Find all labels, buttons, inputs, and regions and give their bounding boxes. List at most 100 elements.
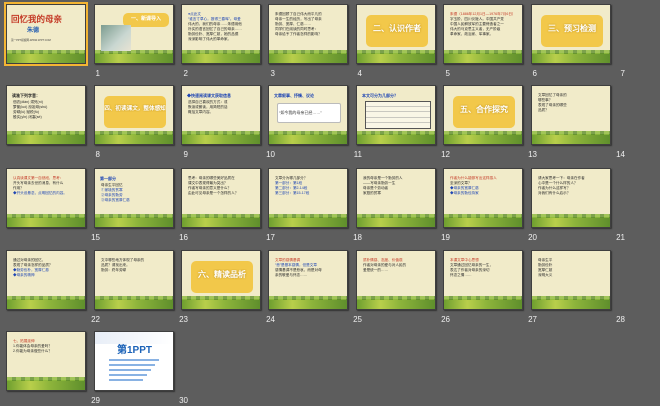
section-title: 三、预习检测	[548, 24, 596, 33]
slide-thumbnail-18[interactable]: 文章分为哪几部分？ 第一部分：第1段 第二部分：第2-14段 第三部分：第15-17段…	[268, 168, 362, 242]
slide-number: 16	[179, 233, 188, 242]
slide-preview[interactable]: ●点此文 “谁言寸草心，报得三春晖”。母爱 伟大的，我们的母亲……朱德用他 朴实的语言…	[181, 4, 261, 64]
slide-thumbnail-9[interactable]: 四、初读课文，整体感知 9	[94, 85, 188, 159]
slide-thumbnail-25[interactable]: 文章的感情基调 “悲”是基本感情，但是文章 感情基调不是悲哀，而是对母 亲的敬爱与怀念…	[268, 250, 362, 324]
slide-thumbnail-8[interactable]: 读准下列字音： 佃农(diàn) 溺死(nì) 箩筐(luó) 庶祖母(shù) 劳碌…	[6, 85, 100, 159]
slide-preview[interactable]: 二、认识作者	[356, 4, 436, 64]
slide-body-text: 本课文章中心思想 文章通过回忆母亲的一生， 表达了作者对母亲的深切 怀念之情……	[450, 258, 517, 278]
slide-thumbnail-17[interactable]: 思考：母亲的哪些美好品质在 课文中表现得最为突出？ 作者写母亲的意义是什么？ 由此可见…	[181, 168, 275, 242]
body-line: ◆母亲的勤俭持家	[450, 191, 479, 195]
slide-thumbnail-15[interactable]: 认真读课文第一自然段，思考： 开头写母亲去世的消息，有什么 作用？ ◆开头设悬念，点明…	[6, 168, 100, 242]
slide-thumbnail-5[interactable]: 二、认识作者 5	[356, 4, 450, 78]
body-line: 革命家、政治家、军事家。	[450, 32, 494, 36]
deck-title: 回忆我的母亲	[11, 14, 63, 24]
leaf-border-decoration	[444, 214, 522, 227]
slide-thumbnail-14[interactable]: 文章回忆了母亲的 哪些事？ 表现了母亲的哪些 品质？ 14	[531, 85, 625, 159]
leaf-border-decoration	[7, 296, 85, 309]
slide-preview[interactable]: 文章叙事、抒情、议论 “如今我的母亲已经……”	[268, 85, 348, 145]
slide-preview[interactable]: 文中哪些地方体现了母亲的 品质？请找出来。 勤劳：终年劳碌	[94, 250, 174, 310]
slide-preview[interactable]: 作者为什么能够写出这样感人 至深的文章？ ◆母亲的宽厚仁慈 ◆母亲的勤俭持家	[443, 168, 523, 228]
slide-thumbnail-28[interactable]: 母亲生平 勤劳俭朴 宽厚仁慈 深明大义 28	[531, 250, 625, 324]
slide-number: 17	[266, 233, 275, 242]
slide-thumbnail-3[interactable]: ●点此文 “谁言寸草心，报得三春晖”。母爱 伟大的，我们的母亲……朱德用他 朴实的语言…	[181, 4, 275, 78]
body-line: 对我们有什么启示？	[538, 191, 571, 195]
slide-number: 26	[441, 315, 450, 324]
slide-number: 24	[266, 315, 275, 324]
slide-heading: 第一部分	[100, 176, 116, 181]
quote-text: “如今我的母亲已经……”	[279, 110, 322, 115]
slide-preview[interactable]: 六、精读品析	[181, 250, 261, 310]
logo-caption-line	[109, 359, 159, 361]
slide-thumbnail-26[interactable]: 质朴情感、态度、价值观 作者对母亲的爱与对人民的 爱是统一的…… 26	[356, 250, 450, 324]
slide-thumbnail-21[interactable]: 请大家思考一下：母亲在作者 心中是一个什么样的人？ 作者为什么这样写？ 对我们有什么启…	[531, 168, 625, 242]
slide-preview[interactable]: 回忆我的母亲 朱德 第一PPT模板网-WWW.1PPT.COM	[4, 2, 88, 66]
slide-thumbnail-23[interactable]: 文中哪些地方体现了母亲的 品质？请找出来。 勤劳：终年劳碌 23	[94, 250, 188, 324]
leaf-border-decoration	[532, 131, 610, 144]
slide-preview[interactable]: 朱德回顾了自己伟大而平凡的 母亲一生的经历，写出了母亲 勤劳、宽厚、仁慈…… 同学们在…	[268, 4, 348, 64]
slide-thumbnail-11[interactable]: 文章叙事、抒情、议论 “如今我的母亲已经……” 11	[268, 85, 362, 159]
slide-heading: ◆快速阅读课文获取信息	[187, 93, 231, 98]
slide-preview[interactable]: 三、预习检测	[531, 4, 611, 64]
leaf-border-decoration	[357, 50, 435, 63]
slide-thumbnail-4[interactable]: 朱德回顾了自己伟大而平凡的 母亲一生的经历，写出了母亲 勤劳、宽厚、仁慈…… 同学们在…	[268, 4, 362, 78]
slide-thumbnail-30[interactable]: 第1PPT 30	[94, 331, 188, 405]
slide-body-text: 文中哪些地方体现了母亲的 品质？请找出来。 勤劳：终年劳碌	[101, 258, 168, 273]
slide-preview[interactable]: 第一部分 母亲生平回忆 ①家境的贫寒 ②母亲的勤劳 ③母亲的宽厚仁慈	[94, 168, 174, 228]
slide-number: 19	[441, 233, 450, 242]
slide-number: 4	[357, 69, 362, 78]
slide-preview[interactable]: 朱德（1886年12月1日—1976年7月6日） 字玉阶，四川仪陇人。中国共产党中…	[443, 4, 523, 64]
slide-number: 25	[353, 315, 362, 324]
leaf-border-decoration	[182, 131, 260, 144]
section-title: 五、合作探究	[460, 105, 508, 114]
leaf-border-decoration	[532, 214, 610, 227]
slide-thumbnail-2[interactable]: 一、新课导入 2	[94, 4, 188, 78]
slide-thumbnail-7[interactable]: 三、预习检测 7	[531, 4, 625, 78]
slide-body-text: ●点此文 “谁言寸草心，报得三春晖”。母爱 伟大的，我们的母亲……朱德用他 朴实的语言…	[188, 12, 255, 42]
slide-preview[interactable]: 思考：母亲的哪些美好品质在 课文中表现得最为突出？ 作者写母亲的意义是什么？ 由此可见…	[181, 168, 261, 228]
slide-thumbnail-16[interactable]: 第一部分 母亲生平回忆 ①家境的贫寒 ②母亲的勤劳 ③母亲的宽厚仁慈 16	[94, 168, 188, 242]
slide-sorter-grid: 回忆我的母亲 朱德 第一PPT模板网-WWW.1PPT.COM 1 一、新课导入 2 ●点此…	[0, 0, 660, 406]
slide-preview[interactable]: 文章回忆了母亲的 哪些事？ 表现了母亲的哪些 品质？	[531, 85, 611, 145]
body-line: 概括文章内容。	[188, 110, 214, 114]
logo-caption-line	[109, 379, 143, 381]
slide-body-text: 我的母亲是一个勤劳的人 ——写母亲勤劳一生 母亲是个劳动者 家庭的贫寒	[363, 176, 430, 196]
body-line: ◆母亲的精神	[13, 273, 35, 277]
slide-preview[interactable]: 通过对母亲的回忆， 表现了母亲怎样的品质？ ◆勤劳俭朴，宽厚仁慈 ◆母亲的精神	[6, 250, 86, 310]
slide-preview[interactable]: 七、拓展延伸 1.你能体会母亲的爱吗？ 2.你能为母亲做些什么？	[6, 331, 86, 391]
slide-preview[interactable]: 母亲生平 勤劳俭朴 宽厚仁慈 深明大义	[531, 250, 611, 310]
slide-thumbnail-19[interactable]: 我的母亲是一个勤劳的人 ——写母亲勤劳一生 母亲是个劳动者 家庭的贫寒 19	[356, 168, 450, 242]
slide-body-text: 请大家思考一下：母亲在作者 心中是一个什么样的人？ 作者为什么这样写？ 对我们有什么启…	[538, 176, 605, 196]
slide-preview[interactable]: 文章分为哪几部分？ 第一部分：第1段 第二部分：第2-14段 第三部分：第15-17段	[268, 168, 348, 228]
slide-body-text: 文章回忆了母亲的 哪些事？ 表现了母亲的哪些 品质？	[538, 93, 605, 113]
slide-body-text: 母亲生平 勤劳俭朴 宽厚仁慈 深明大义	[538, 258, 605, 278]
slide-preview[interactable]: 认真读课文第一自然段，思考： 开头写母亲去世的消息，有什么 作用？ ◆开头设悬念，点明…	[6, 168, 86, 228]
slide-preview[interactable]: ◆快速阅读课文获取信息 选择自己喜欢的方式：或 默读或朗读，用简短的话 概括文章内容。	[181, 85, 261, 145]
slide-preview[interactable]: 第1PPT	[94, 331, 174, 391]
slide-preview[interactable]: 本文可分为几部分？	[356, 85, 436, 145]
slide-body-text: 作者为什么能够写出这样感人 至深的文章？ ◆母亲的宽厚仁慈 ◆母亲的勤俭持家	[450, 176, 517, 196]
slide-thumbnail-29[interactable]: 七、拓展延伸 1.你能体会母亲的爱吗？ 2.你能为母亲做些什么？ 29	[6, 331, 100, 405]
slide-preview[interactable]: 请大家思考一下：母亲在作者 心中是一个什么样的人？ 作者为什么这样写？ 对我们有什么启…	[531, 168, 611, 228]
leaf-border-decoration	[182, 214, 260, 227]
slide-thumbnail-1[interactable]: 回忆我的母亲 朱德 第一PPT模板网-WWW.1PPT.COM 1	[4, 2, 100, 78]
slide-preview[interactable]: 质朴情感、态度、价值观 作者对母亲的爱与对人民的 爱是统一的……	[356, 250, 436, 310]
slide-thumbnail-27[interactable]: 本课文章中心思想 文章通过回忆母亲的一生， 表达了作者对母亲的深切 怀念之情…… 27	[443, 250, 537, 324]
slide-preview[interactable]: 文章的感情基调 “悲”是基本感情，但是文章 感情基调不是悲哀，而是对母 亲的敬爱与怀念…	[268, 250, 348, 310]
slide-preview[interactable]: 一、新课导入	[94, 4, 174, 64]
slide-thumbnail-22[interactable]: 通过对母亲的回忆， 表现了母亲怎样的品质？ ◆勤劳俭朴，宽厚仁慈 ◆母亲的精神 22	[6, 250, 100, 324]
slide-number: 28	[616, 315, 625, 324]
leaf-border-decoration	[532, 296, 610, 309]
slide-preview[interactable]: 四、初读课文，整体感知	[94, 85, 174, 145]
slide-thumbnail-10[interactable]: ◆快速阅读课文获取信息 选择自己喜欢的方式：或 默读或朗读，用简短的话 概括文章内容。…	[181, 85, 275, 159]
slide-thumbnail-13[interactable]: 五、合作探究 13	[443, 85, 537, 159]
leaf-border-decoration	[95, 296, 173, 309]
slide-thumbnail-6[interactable]: 朱德（1886年12月1日—1976年7月6日） 字玉阶，四川仪陇人。中国共产党中…	[443, 4, 537, 78]
slide-preview[interactable]: 五、合作探究	[443, 85, 523, 145]
slide-thumbnail-24[interactable]: 六、精读品析 24	[181, 250, 275, 324]
slide-thumbnail-20[interactable]: 作者为什么能够写出这样感人 至深的文章？ ◆母亲的宽厚仁慈 ◆母亲的勤俭持家 20	[443, 168, 537, 242]
slide-thumbnail-12[interactable]: 本文可分为几部分？ 12	[356, 85, 450, 159]
section-title: 二、认识作者	[373, 24, 421, 33]
slide-preview[interactable]: 本课文章中心思想 文章通过回忆母亲的一生， 表达了作者对母亲的深切 怀念之情……	[443, 250, 523, 310]
slide-preview[interactable]: 读准下列字音： 佃农(diàn) 溺死(nì) 箩筐(luó) 庶祖母(shù) 劳碌…	[6, 85, 86, 145]
slide-preview[interactable]: 我的母亲是一个勤劳的人 ——写母亲勤劳一生 母亲是个劳动者 家庭的贫寒	[356, 168, 436, 228]
